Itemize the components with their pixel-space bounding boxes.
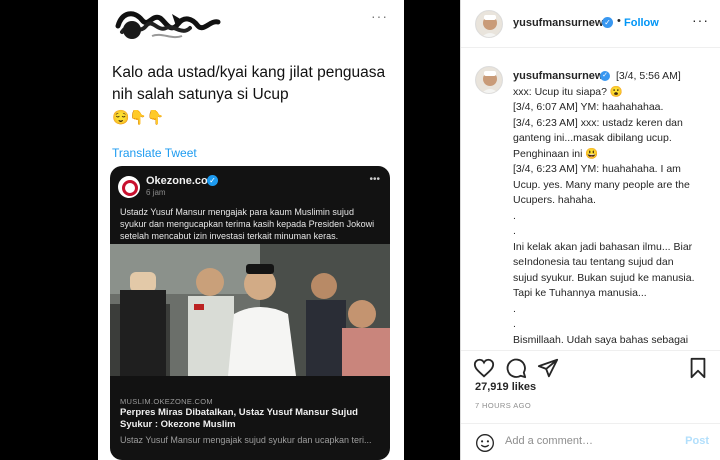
okezone-logo-icon [118,176,140,198]
tweet-header: ··· [98,0,404,52]
post-actions: 27,919 likes 7 HOURS AGO Add a comment… … [461,350,720,452]
translate-tweet-link[interactable]: Translate Tweet [112,146,197,160]
caption-line: Penghinaan ini 😃 [513,147,599,160]
caption-line: . [513,318,516,330]
heart-icon[interactable] [473,357,495,379]
instagram-side-panel: yusufmansurnew ✓ • Follow ··· yusufmansu… [460,0,720,460]
comment-bar: Add a comment… Post [461,423,720,460]
caption-line: [3/4, 6:07 AM] YM: haahahahaa. [513,101,664,113]
caption-line: seIndonesia tau tentang sujud dan [513,256,674,268]
caption-line: . [513,225,516,237]
caption-line: sujud syukur. Bukan sujud ke manusia. [513,271,695,284]
caption-line: Tapi ke Tuhannya manusia... [513,287,647,299]
card-body-text: Ustadz Yusuf Mansur mengajak para kaum M… [120,207,375,241]
screenshot-stage: ··· Kalo ada ustad/kyai kang jilat pengu… [0,0,720,460]
avatar[interactable] [475,10,503,38]
comment-input[interactable]: Add a comment… [505,435,593,447]
card-more-icon: ••• [369,174,380,185]
caption-line: [3/4, 5:56 AM] [616,70,681,82]
post-comment-button[interactable]: Post [685,435,709,447]
background-left [0,0,98,460]
card-timestamp: 6 jam [146,188,166,197]
bookmark-icon[interactable] [687,357,709,379]
caption-line: Ucupers. hahaha. [513,194,596,206]
share-icon[interactable] [537,357,559,379]
follow-button[interactable]: Follow [624,17,659,29]
card-link-title[interactable]: Perpres Miras Dibatalkan, Ustaz Yusuf Ma… [120,407,382,431]
post-age: 7 HOURS AGO [475,401,532,410]
caption-line: [3/4, 6:23 AM] YM: huahahaha. I am [513,163,681,175]
caption-text: [3/4, 5:56 AM] xxx: Ucup itu siapa? 😮 [3/4… [513,69,713,350]
tweet-more-icon[interactable]: ··· [371,8,388,24]
caption-line: Ucup. yes. Many many people are the [513,178,690,191]
caption-line: xxx: Ucup itu siapa? 😮 [513,85,623,98]
tweet-text: Kalo ada ustad/kyai kang jilat penguasa … [112,64,386,103]
avatar-image [476,11,502,37]
avatar-image [476,67,502,93]
card-header: Okezone.com ✓ 6 jam ••• [110,166,390,202]
caption-line: Ini kelak akan jadi bahasan ilmu... Biar [513,240,693,253]
caption-line: . [513,209,516,222]
caption-line: . [513,302,516,315]
caption-line: ganteng ini...masak dibilang ucup. [513,132,672,144]
background-mid [404,0,460,460]
caption-line: Bismillaah. Udah saya bahas sebagai [513,333,689,346]
tweet-emojis: 😌👇👇 [112,109,165,125]
card-link-domain: MUSLIM.OKEZONE.COM [120,397,213,406]
post-header: yusufmansurnew ✓ • Follow ··· [461,0,720,48]
emoji-smile-icon[interactable] [475,433,495,453]
post-image-tweet: ··· Kalo ada ustad/kyai kang jilat pengu… [98,0,404,460]
caption-line: [3/4, 6:23 AM] xxx: ustadz keren dan [513,116,683,129]
comment-icon[interactable] [505,357,527,379]
like-count[interactable]: 27,919 likes [475,381,536,393]
more-options-icon[interactable]: ··· [692,12,709,28]
embedded-post-card[interactable]: Okezone.com ✓ 6 jam ••• Ustadz Yusuf Man… [110,166,390,460]
news-photo [110,244,390,376]
caption-avatar[interactable] [475,66,503,94]
caption-area: yusufmansurnew ✓ [3/4, 5:56 AM] xxx: Ucup… [461,48,720,350]
header-username[interactable]: yusufmansurnew [513,17,603,29]
redacted-account-scribble [115,11,221,39]
verified-badge-icon: ✓ [207,175,218,186]
separator-dot: • [617,15,621,27]
card-link-description: Ustaz Yusuf Mansur mengajak sujud syukur… [120,435,372,445]
verified-badge-icon: ✓ [602,17,613,28]
